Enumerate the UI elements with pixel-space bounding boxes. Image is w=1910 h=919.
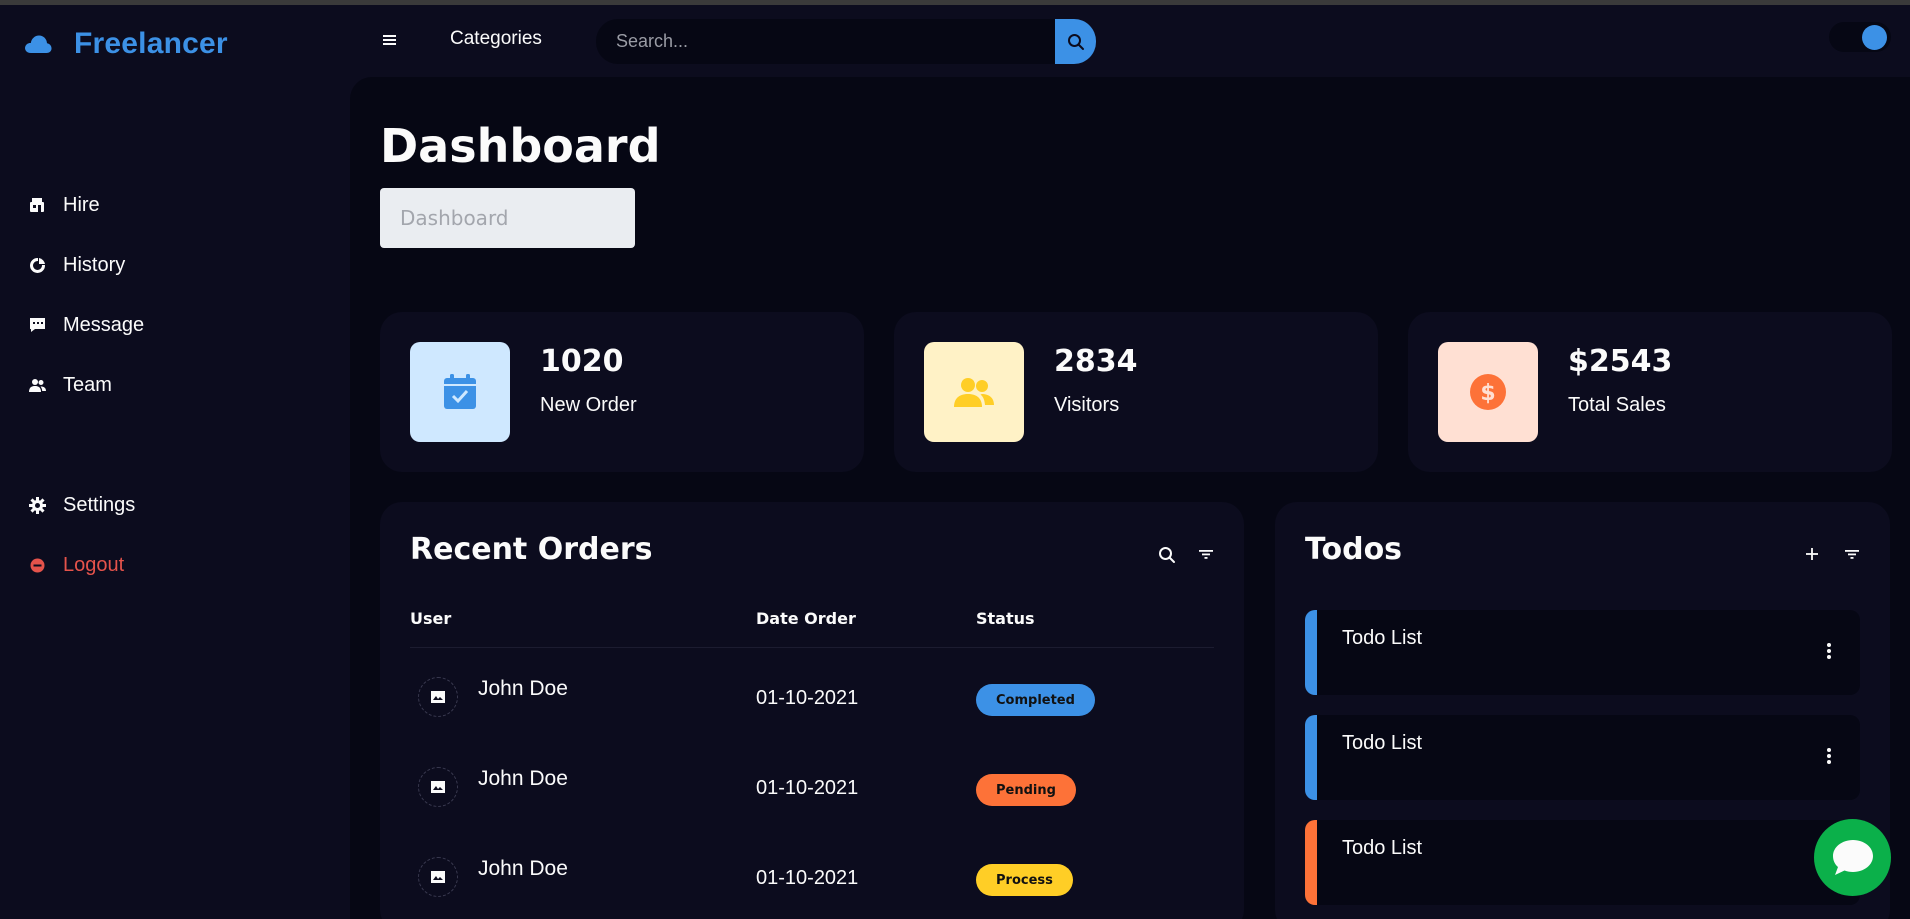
order-user: John Doe bbox=[478, 677, 568, 700]
page-title: Dashboard bbox=[380, 119, 661, 173]
stat-value: $2543 bbox=[1568, 344, 1673, 379]
stats-cards: 1020 New Order 2834 Visitors $ $2543 Tot… bbox=[380, 312, 1892, 472]
sidebar-menu: Hire History Message Team bbox=[28, 175, 144, 415]
column-header-user: User bbox=[410, 609, 452, 628]
avatar bbox=[418, 767, 458, 807]
add-icon[interactable] bbox=[1804, 546, 1820, 566]
order-date: 01-10-2021 bbox=[756, 777, 859, 799]
sidebar-item-label: Hire bbox=[63, 193, 100, 216]
search-form bbox=[596, 19, 1096, 64]
chat-bubble-icon bbox=[1832, 839, 1873, 875]
sidebar-item-history[interactable]: History bbox=[28, 235, 144, 295]
todos-panel: Todos Todo List Todo List Todo List bbox=[1275, 502, 1890, 919]
table-row[interactable]: John Doe 01-10-2021 Completed bbox=[410, 652, 1214, 742]
toggle-knob bbox=[1862, 25, 1887, 50]
chat-widget-button[interactable] bbox=[1814, 819, 1891, 896]
table-row[interactable]: John Doe 01-10-2021 Process bbox=[410, 832, 1214, 919]
breadcrumb[interactable]: Dashboard bbox=[380, 188, 635, 248]
search-input[interactable] bbox=[596, 19, 1056, 64]
header-divider bbox=[410, 647, 1214, 648]
dollar-circle-icon: $ bbox=[1438, 342, 1538, 442]
brand[interactable]: Freelancer bbox=[24, 27, 228, 61]
sidebar-item-label: Team bbox=[63, 373, 112, 396]
stat-value: 2834 bbox=[1054, 344, 1138, 379]
todo-label: Todo List bbox=[1342, 732, 1423, 754]
column-header-date: Date Order bbox=[756, 609, 856, 628]
todos-title: Todos bbox=[1305, 532, 1403, 567]
todos-tools bbox=[1804, 546, 1860, 566]
filter-icon[interactable] bbox=[1844, 546, 1860, 566]
search-icon[interactable] bbox=[1158, 546, 1176, 568]
group-icon bbox=[28, 376, 46, 394]
sidebar-menu-bottom: Settings Logout bbox=[28, 475, 135, 595]
sidebar-item-team[interactable]: Team bbox=[28, 355, 144, 415]
stat-label: Total Sales bbox=[1568, 394, 1666, 416]
sidebar-item-label: Message bbox=[63, 313, 145, 336]
pie-chart-icon bbox=[28, 256, 46, 274]
message-icon bbox=[28, 316, 46, 334]
sidebar-item-settings[interactable]: Settings bbox=[28, 475, 135, 535]
store-icon bbox=[28, 196, 46, 214]
hamburger-icon bbox=[383, 35, 396, 45]
recent-orders-panel: Recent Orders User Date Order Status Joh… bbox=[380, 502, 1244, 919]
orders-tools bbox=[1158, 546, 1214, 568]
broken-image-icon bbox=[431, 781, 445, 793]
table-row[interactable]: John Doe 01-10-2021 Pending bbox=[410, 742, 1214, 832]
nav-categories-link[interactable]: Categories bbox=[450, 28, 542, 50]
svg-text:$: $ bbox=[1480, 381, 1495, 406]
todo-item[interactable]: Todo List bbox=[1305, 715, 1860, 800]
sidebar-item-label: Settings bbox=[63, 493, 136, 516]
search-icon bbox=[1067, 33, 1084, 50]
menu-toggle-button[interactable] bbox=[382, 32, 400, 48]
sidebar-item-message[interactable]: Message bbox=[28, 295, 144, 355]
stat-label: New Order bbox=[540, 394, 637, 416]
main-content: Dashboard Dashboard 1020 New Order 2834 … bbox=[350, 77, 1910, 919]
recent-orders-title: Recent Orders bbox=[410, 532, 653, 567]
theme-toggle[interactable] bbox=[1829, 22, 1891, 52]
order-date: 01-10-2021 bbox=[756, 687, 859, 709]
sidebar-item-label: History bbox=[63, 253, 126, 276]
cloud-icon bbox=[24, 32, 54, 56]
more-vertical-icon[interactable] bbox=[1826, 747, 1832, 765]
gear-icon bbox=[28, 496, 46, 514]
column-header-status: Status bbox=[976, 609, 1035, 628]
search-button[interactable] bbox=[1055, 19, 1096, 64]
sidebar-item-logout[interactable]: Logout bbox=[28, 535, 135, 595]
logout-icon bbox=[28, 556, 46, 574]
status-badge: Pending bbox=[976, 774, 1076, 806]
stat-card-total-sales: $ $2543 Total Sales bbox=[1408, 312, 1892, 472]
broken-image-icon bbox=[431, 691, 445, 703]
sidebar-item-label: Logout bbox=[63, 553, 125, 576]
todo-label: Todo List bbox=[1342, 627, 1423, 649]
filter-icon[interactable] bbox=[1198, 546, 1214, 568]
stat-card-new-order: 1020 New Order bbox=[380, 312, 864, 472]
brand-name: Freelancer bbox=[74, 27, 228, 60]
stat-label: Visitors bbox=[1054, 394, 1120, 416]
todo-label: Todo List bbox=[1342, 837, 1423, 859]
status-badge: Process bbox=[976, 864, 1073, 896]
order-user: John Doe bbox=[478, 767, 568, 790]
more-vertical-icon[interactable] bbox=[1826, 642, 1832, 660]
status-badge: Completed bbox=[976, 684, 1095, 716]
order-date: 01-10-2021 bbox=[756, 867, 859, 889]
sidebar-item-hire[interactable]: Hire bbox=[28, 175, 144, 235]
sidebar: Freelancer Hire History Message Team Set… bbox=[0, 5, 350, 919]
stat-value: 1020 bbox=[540, 344, 624, 379]
calendar-check-icon bbox=[410, 342, 510, 442]
stat-card-visitors: 2834 Visitors bbox=[894, 312, 1378, 472]
group-icon bbox=[924, 342, 1024, 442]
avatar bbox=[418, 677, 458, 717]
order-user: John Doe bbox=[478, 857, 568, 880]
todo-item[interactable]: Todo List bbox=[1305, 610, 1860, 695]
broken-image-icon bbox=[431, 871, 445, 883]
avatar bbox=[418, 857, 458, 897]
todo-item[interactable]: Todo List bbox=[1305, 820, 1860, 905]
